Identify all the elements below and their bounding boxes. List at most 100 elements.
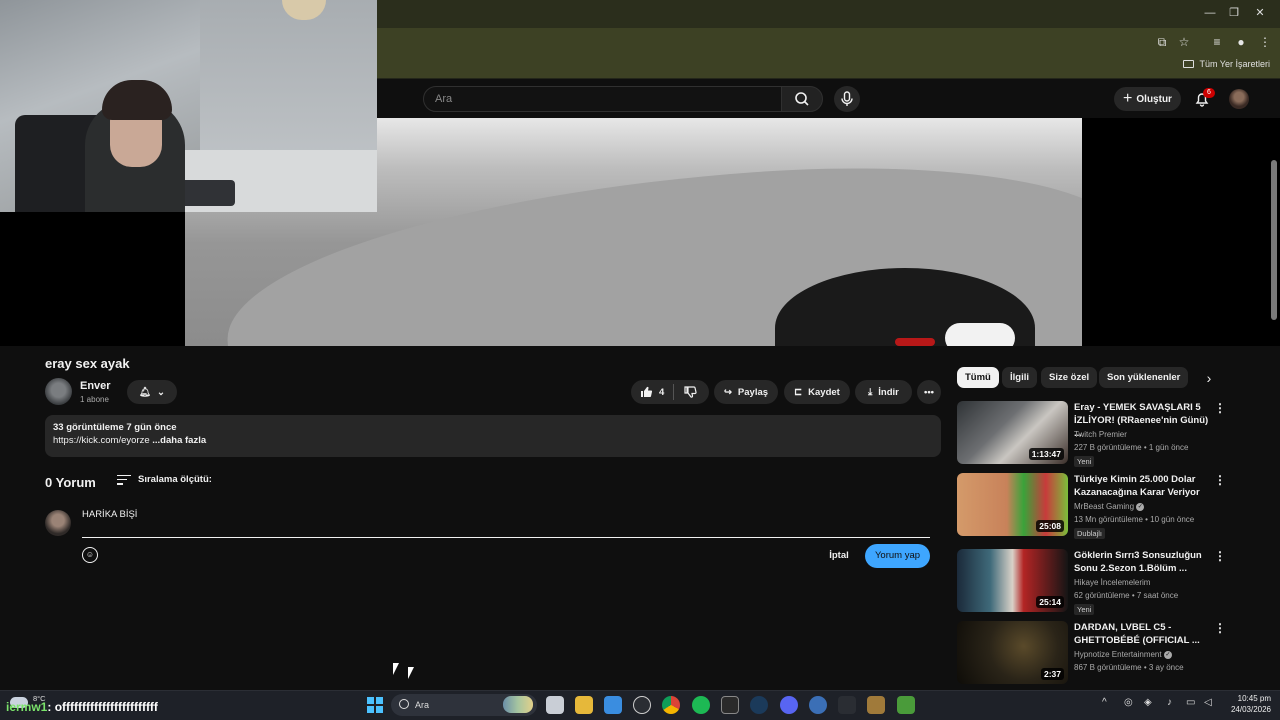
more-vertical-icon[interactable]: ⋮ [1214,550,1226,562]
minecraft-icon[interactable] [897,696,915,714]
recommendation-meta: 227 B görüntüleme • 1 gün önce [1074,443,1189,452]
views-and-date: 33 görüntüleme 7 gün önce [53,422,177,433]
discord-icon[interactable] [780,696,798,714]
webcam-overlay [0,0,377,212]
channel-name-label: Hypnotize Entertainment [1074,650,1162,659]
recommendation-item[interactable]: 25:14 Göklerin Sırrı3 Sonsuzluğun Sonu 2… [957,549,1272,615]
video-thumbnail[interactable]: 25:14 [957,549,1068,612]
more-horizontal-icon: ••• [924,386,934,398]
verified-icon: ✓ [1136,502,1145,511]
video-thumbnail[interactable]: 1:13:47 [957,401,1068,464]
search-input[interactable]: Ara [423,86,782,112]
download-button[interactable]: ⤓ İndir [855,380,912,404]
game-app-icon[interactable] [867,696,885,714]
microphone-icon[interactable]: ♪ [1167,697,1172,708]
tray-app-icon[interactable]: ◎ [1124,697,1133,708]
chevron-up-icon[interactable]: ^ [1102,697,1107,708]
chip-all[interactable]: Tümü [957,367,999,388]
recommendation-meta: 867 B görüntüleme • 3 ay önce [1074,663,1184,672]
recommendation-channel[interactable]: Hypnotize Entertainment ✓ [1074,650,1172,659]
channel-avatar[interactable] [45,378,72,405]
account-avatar[interactable] [1229,89,1249,109]
share-button[interactable]: ↪ Paylaş [714,380,778,404]
all-bookmarks-button[interactable]: Tüm Yer İşaretleri [1183,59,1270,69]
new-badge: Yeni [1074,604,1095,615]
install-app-icon[interactable]: ⧉ [1153,33,1171,51]
taskbar-clock[interactable]: 10:45 pm 24/03/2026 [1221,693,1271,715]
task-view-icon[interactable] [546,696,564,714]
recommendation-channel[interactable]: MrBeast Gaming ✓ [1074,502,1145,511]
chrome-icon[interactable] [662,696,680,714]
thumbs-down-icon[interactable] [683,385,697,399]
submit-comment-button[interactable]: Yorum yap [865,544,930,568]
app-icon[interactable] [838,696,856,714]
video-thumbnail[interactable]: 2:37 [957,621,1068,684]
microsoft-store-icon[interactable] [604,696,622,714]
video-title: eray sex ayak [45,356,130,371]
stream-chat-overlay: iermw1: offffffffffffffffffffffff [6,700,158,714]
cancel-comment-button[interactable]: İptal [820,545,858,567]
recommendation-title[interactable]: Türkiye Kimin 25.000 Dolar Kazanacağına … [1074,473,1212,499]
volume-icon[interactable]: ◁ [1204,697,1212,708]
share-label: Paylaş [737,386,769,398]
clock-app-icon[interactable] [633,696,651,714]
recommendation-title[interactable]: Göklerin Sırrı3 Sonsuzluğun Sonu 2.Sezon… [1074,549,1212,575]
chip-for-you[interactable]: Size özel [1041,367,1098,388]
steam-icon[interactable] [750,696,768,714]
emoji-icon[interactable]: ☺ [82,547,98,563]
user-avatar [45,510,71,536]
tray-app-icon[interactable]: ◈ [1144,697,1152,708]
browser-menu-icon[interactable]: ⋮ [1256,33,1274,51]
show-more-link[interactable]: ...daha fazla [152,435,206,446]
epic-games-icon[interactable] [721,696,739,714]
mouse-cursor [393,663,399,675]
save-button[interactable]: ⊏ Kaydet [784,380,850,404]
close-icon[interactable]: ✕ [1248,4,1272,22]
more-vertical-icon[interactable]: ⋮ [1214,622,1226,634]
windows-start-icon[interactable] [367,697,383,713]
file-explorer-icon[interactable] [575,696,593,714]
description-box[interactable]: 33 görüntüleme 7 gün önce https://kick.c… [45,415,941,457]
create-button[interactable]: + Oluştur [1114,87,1181,111]
clock-time: 10:45 pm [1237,694,1271,703]
chip-recently-uploaded[interactable]: Son yüklenenler [1099,367,1189,388]
recommendation-item[interactable]: 2:37 DARDAN, LVBEL C5 - GHETTOBÉBÉ (OFFI… [957,621,1272,685]
recommendation-channel[interactable]: Hikaye İncelemelerim [1074,578,1150,587]
thumbs-up-icon [641,386,653,398]
media-queue-icon[interactable]: ≡ [1208,33,1226,51]
more-actions-button[interactable]: ••• [917,380,941,404]
video-thumbnail[interactable]: 25:08 [957,473,1068,536]
recommendation-title[interactable]: DARDAN, LVBEL C5 - GHETTOBÉBÉ (OFFICIAL … [1074,621,1212,647]
video-letterbox [1082,118,1280,346]
page-scrollbar[interactable] [1271,160,1277,320]
channel-name-label: MrBeast Gaming [1074,502,1135,511]
recommendation-item[interactable]: 25:08 Türkiye Kimin 25.000 Dolar Kazanac… [957,473,1272,539]
browser-app-icon[interactable] [809,696,827,714]
profile-icon[interactable]: ● [1232,33,1250,51]
recommendation-channel[interactable]: Twitch Premier [1074,430,1127,439]
webcam-person-hair [102,80,172,120]
restore-icon[interactable]: ❐ [1222,4,1246,22]
spotify-icon[interactable] [692,696,710,714]
more-vertical-icon[interactable]: ⋮ [1214,474,1226,486]
recommendation-item[interactable]: 1:13:47 Eray - YEMEK SAVAŞLARI 5 İZLİYOR… [957,401,1272,467]
notification-settings-button[interactable]: 🔔︎ ⌄ [127,380,177,404]
comment-input[interactable]: HARİKA BİŞİ [82,508,930,538]
minimize-icon[interactable]: — [1198,4,1222,22]
download-icon: ⤓ [868,386,873,398]
voice-search-button[interactable] [834,86,860,112]
clock-date: 24/03/2026 [1230,705,1271,714]
chip-related[interactable]: İlgili [1002,367,1037,388]
chevron-right-icon[interactable]: › [1200,369,1218,387]
more-vertical-icon[interactable]: ⋮ [1214,402,1226,414]
bookmark-star-icon[interactable]: ☆ [1175,33,1193,51]
recommendation-meta: 62 görüntüleme • 7 saat önce [1074,591,1179,600]
search-button[interactable] [781,86,823,112]
sort-comments-button[interactable]: Sıralama ölçütü: [117,474,212,485]
download-label: İndir [878,386,899,398]
channel-name[interactable]: Enver [80,380,111,392]
like-button[interactable]: 4 [631,380,709,404]
dubbed-badge: Dublajlı [1074,528,1106,539]
description-link[interactable]: https://kick.com/eyorze [53,435,150,446]
network-icon[interactable]: ▭ [1186,697,1195,708]
